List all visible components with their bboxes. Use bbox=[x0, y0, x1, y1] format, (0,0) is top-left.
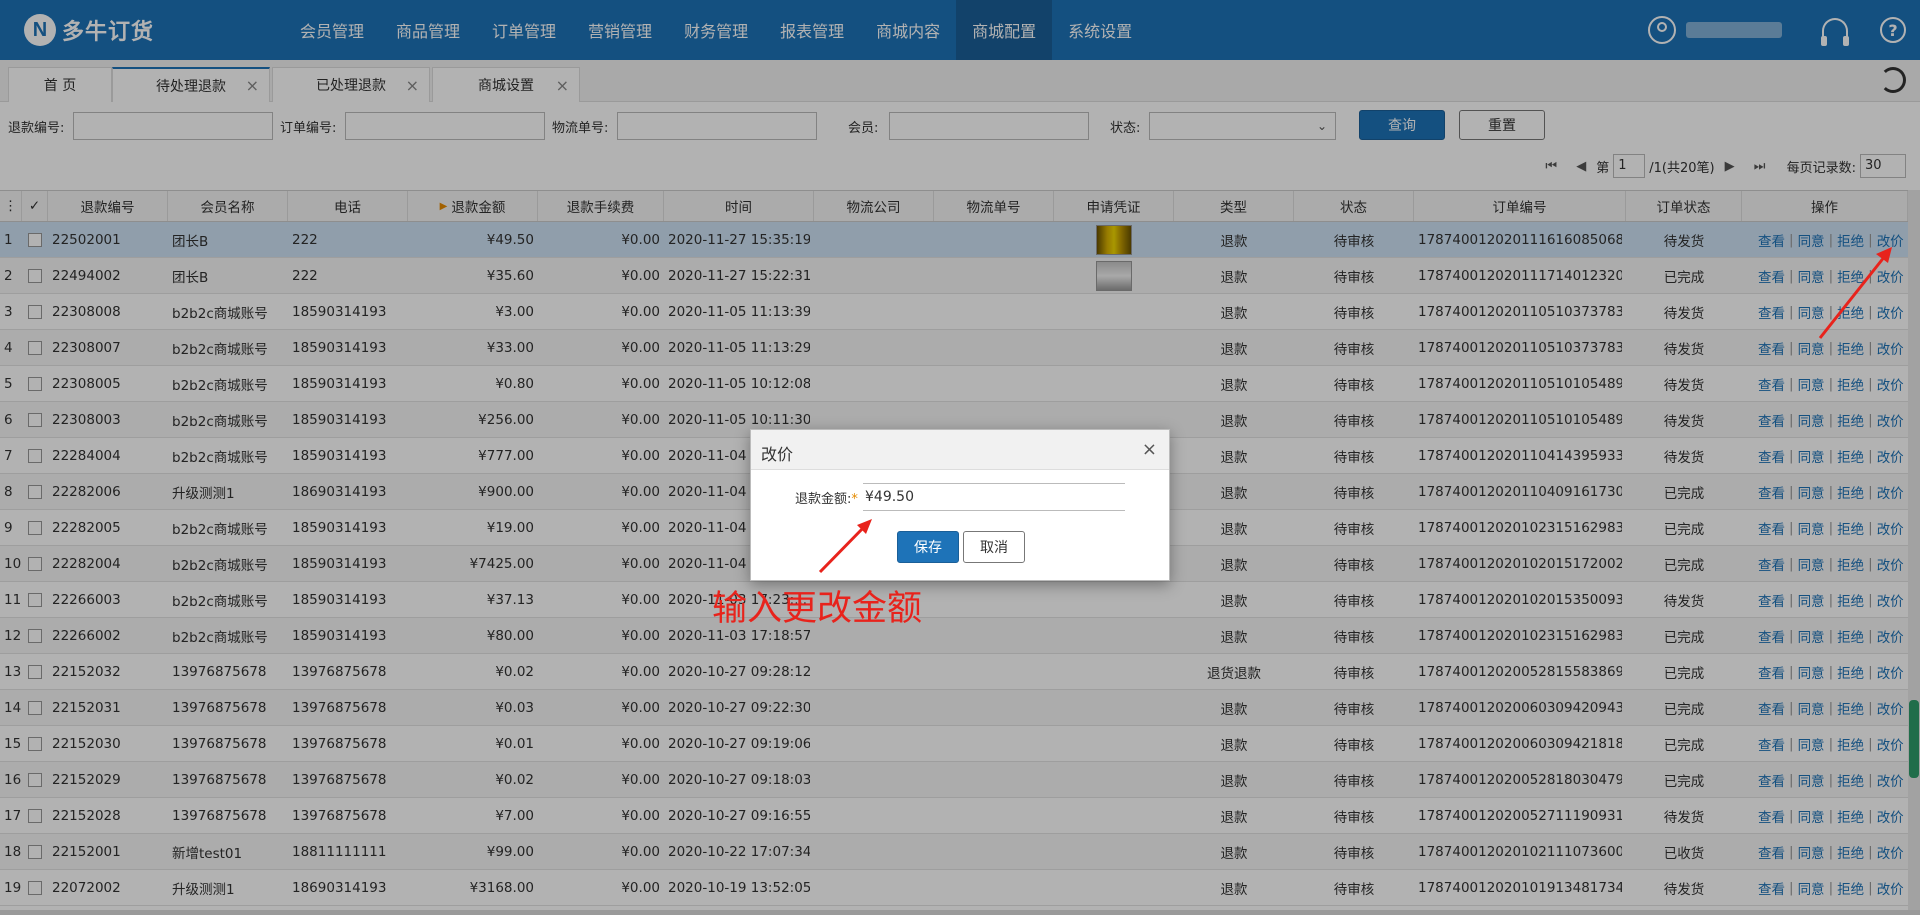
close-icon[interactable]: × bbox=[1142, 439, 1157, 460]
required-mark: * bbox=[851, 492, 858, 507]
annotation-text: 输入更改金额 bbox=[712, 589, 923, 629]
reprice-dialog: 改价 × 退款金额:* ¥49.50 保存 取消 bbox=[750, 429, 1170, 581]
dialog-header: 改价 × bbox=[751, 430, 1169, 470]
refund-amount-label: 退款金额:* bbox=[795, 488, 858, 507]
cancel-button[interactable]: 取消 bbox=[963, 531, 1025, 563]
save-button[interactable]: 保存 bbox=[897, 531, 959, 563]
refund-amount-label-text: 退款金额: bbox=[795, 492, 852, 507]
dialog-title: 改价 bbox=[761, 445, 794, 464]
refund-amount-input[interactable]: ¥49.50 bbox=[863, 483, 1125, 511]
